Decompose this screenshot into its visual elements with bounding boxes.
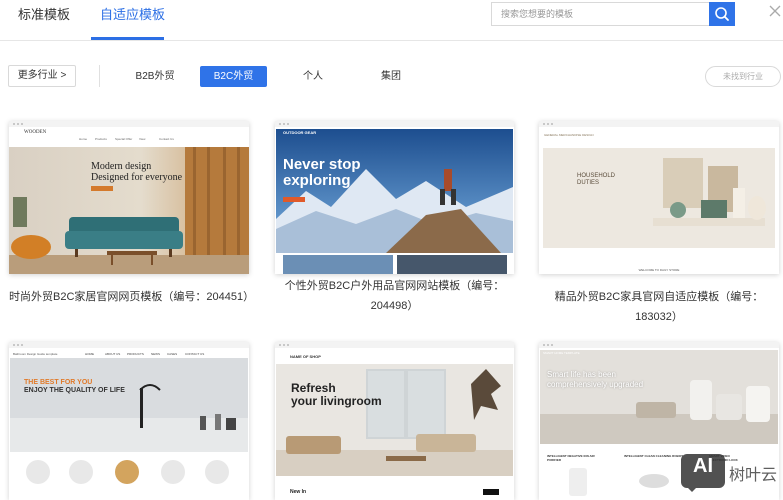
preview-hero-line2: comprehensively upgraded	[547, 380, 644, 389]
preview-hero-line2: Designed for everyone	[91, 172, 183, 183]
search-button[interactable]	[709, 2, 735, 26]
chip-b2b[interactable]: B2B外贸	[126, 66, 184, 87]
preview-brand: WOODEN	[24, 130, 47, 135]
chip-group[interactable]: 集团	[369, 66, 413, 87]
preview-cta	[483, 489, 499, 495]
preview-brand: OUTDOOR GEAR	[283, 130, 317, 135]
template-title-line2: 204498）	[370, 300, 419, 312]
template-card-1[interactable]: WOODEN Home Products Special Offer View …	[9, 121, 249, 274]
preview-hero-text: Smart life has been comprehensively upgr…	[547, 370, 643, 390]
preview-hero-line1: Smart life has been	[547, 370, 616, 379]
preview-hero-line2: ENJOY THE QUALITY OF LIFE	[24, 387, 125, 394]
more-industries-button[interactable]: 更多行业 >	[8, 65, 76, 87]
preview-cta	[91, 186, 113, 191]
preview-hero-text: Refresh your livingroom	[291, 382, 382, 408]
template-card-3[interactable]: GENERAL MERCHANDISE DESIGN HOUSEHOLD DUT…	[539, 121, 779, 274]
filter-divider	[99, 65, 100, 87]
tab-responsive-templates[interactable]: 自适应模板	[100, 6, 165, 40]
watermark: AI 树叶云	[680, 452, 783, 500]
preview-brand: Bathroom Design Guide template	[13, 352, 58, 356]
preview-nav-item: NEWS	[151, 352, 160, 356]
close-icon[interactable]	[768, 4, 782, 18]
preview-hero-image	[540, 350, 778, 444]
browser-bar	[9, 342, 249, 348]
preview-hero-image	[10, 358, 248, 452]
preview-hero-line1: HOUSEHOLD	[577, 173, 616, 179]
preview-nav-item: Contact Us	[159, 137, 174, 141]
template-title-3[interactable]: 精品外贸B2C家具官网自适应模板（编号：183032）	[539, 287, 779, 327]
preview-brand: SMART HOME TEMPLATE	[543, 351, 580, 355]
template-card-2[interactable]: OUTDOOR GEAR Never stop exploring	[275, 121, 514, 274]
chip-personal[interactable]: 个人	[291, 66, 335, 87]
browser-bar	[275, 121, 514, 127]
browser-bar	[275, 342, 514, 348]
preview-nav-item: CONTACT US	[185, 352, 205, 356]
preview-footer: New In	[290, 489, 307, 495]
template-card-4[interactable]: Bathroom Design Guide template HOME ABOU…	[9, 342, 249, 500]
industry-not-found-button[interactable]: 未找到行业	[705, 66, 781, 87]
preview-nav-item: Special Offer	[115, 137, 133, 141]
preview-hero-line2: your livingroom	[291, 394, 382, 408]
template-title-line1: 个性外贸B2C户外用品官网网站模板（编号：	[284, 280, 505, 292]
preview-nav-item: CASES	[167, 352, 178, 356]
preview-cta	[283, 197, 305, 202]
preview-feature: INTELLIGENT NEGATIVE ION AIR PURIFIER	[547, 454, 595, 462]
preview-footer: WELCOME TO DAILY STORE	[638, 268, 680, 272]
preview-hero-line1: Never stop	[283, 156, 361, 173]
preview-product-strip	[275, 253, 514, 274]
preview-hero-image	[543, 148, 775, 248]
tab-standard-templates[interactable]: 标准模板	[18, 6, 70, 40]
template-card-5[interactable]: NAME OF SHOP Refresh your livingroom New…	[275, 342, 514, 500]
preview-hero-line2: exploring	[283, 172, 351, 189]
template-title-1[interactable]: 时尚外贸B2C家居官网网页模板（编号：204451）	[9, 287, 254, 307]
preview-nav-item: ABOUT US	[105, 352, 121, 356]
search-icon	[715, 7, 729, 21]
preview-hero-line2: DUTIES	[577, 180, 600, 186]
preview-hero-text: Modern design Designed for everyone	[91, 161, 191, 191]
watermark-text: 树叶云	[729, 467, 778, 484]
active-tab-indicator	[91, 37, 164, 40]
preview-nav-item: Home	[79, 137, 88, 141]
preview-hero-text: Never stop exploring	[283, 157, 361, 202]
preview-hero-line1: THE BEST FOR YOU	[24, 379, 93, 386]
watermark-logo-text: AI	[693, 455, 713, 477]
preview-hero-line1: Modern design	[91, 161, 152, 172]
preview-nav-item: PRODUCTS	[127, 352, 144, 356]
preview-hero-text: HOUSEHOLD DUTIES	[577, 173, 615, 187]
preview-hero-text: THE BEST FOR YOU ENJOY THE QUALITY OF LI…	[24, 379, 125, 395]
search-input[interactable]: 搜索您想要的模板	[491, 2, 710, 26]
preview-nav-item: View	[139, 137, 146, 141]
top-tab-bar: 标准模板 自适应模板 搜索您想要的模板	[0, 0, 783, 41]
preview-brand: GENERAL MERCHANDISE DESIGN	[544, 133, 594, 137]
chip-b2c[interactable]: B2C外贸	[200, 66, 267, 87]
preview-brand: NAME OF SHOP	[290, 354, 321, 359]
template-title-2[interactable]: 个性外贸B2C户外用品官网网站模板（编号： 204498）	[275, 276, 514, 316]
browser-bar	[539, 121, 779, 127]
preview-header: WOODEN Home Products Special Offer View …	[9, 127, 249, 147]
preview-product-row	[9, 452, 249, 500]
preview-nav-item: Products	[95, 137, 107, 141]
browser-bar	[539, 342, 779, 348]
preview-nav-item: HOME	[85, 352, 94, 356]
